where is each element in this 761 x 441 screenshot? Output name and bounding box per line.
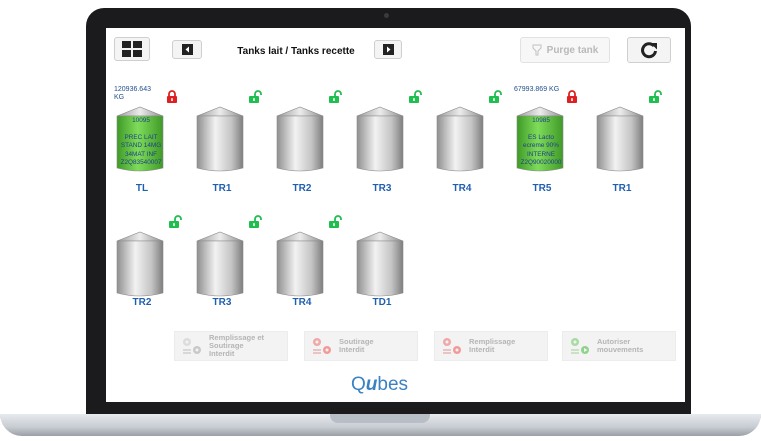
tank-vessel xyxy=(434,106,486,179)
padlock-icon[interactable] xyxy=(248,90,262,108)
drain-forbidden-label: Soutirage Interdit xyxy=(339,337,374,354)
tank-label: TR3 xyxy=(372,183,392,194)
webcam xyxy=(384,13,389,18)
tank-label: TR5 xyxy=(532,183,552,194)
refresh-button[interactable] xyxy=(627,37,671,63)
fill-drain-forbidden-label: Remplissage et Soutirage Interdit xyxy=(209,333,265,358)
tank-vessel xyxy=(194,106,246,179)
padlock-icon[interactable] xyxy=(566,90,580,108)
padlock-icon[interactable] xyxy=(248,215,262,233)
tank-label: TL xyxy=(135,183,149,194)
tank-vessel xyxy=(354,231,406,304)
tank-label: TR2 xyxy=(292,183,312,194)
laptop-notch xyxy=(330,414,430,423)
tank-tr1[interactable]: TR1 xyxy=(594,86,662,206)
gear-icon xyxy=(443,338,461,354)
tank-tr4[interactable]: TR4 xyxy=(274,211,342,331)
grid-icon xyxy=(122,41,142,57)
tank-tr3[interactable]: TR3 xyxy=(194,211,262,331)
arrow-left-icon xyxy=(181,44,193,55)
tank-label: TD1 xyxy=(372,297,392,308)
refresh-icon xyxy=(641,42,657,59)
allow-moves-label: Autoriser mouvements xyxy=(597,337,644,354)
tank-tr2[interactable]: TR2 xyxy=(114,211,182,331)
tank-vessel xyxy=(194,231,246,304)
tank-vessel xyxy=(114,231,166,304)
tank-vessel xyxy=(354,106,406,179)
gear-icon xyxy=(183,338,201,354)
allow-moves-button[interactable]: Autoriser mouvements xyxy=(562,331,676,361)
previous-page-button[interactable] xyxy=(172,40,202,59)
tank-label: TR1 xyxy=(212,183,232,194)
tank-tr4[interactable]: TR4 xyxy=(434,86,502,206)
padlock-icon[interactable] xyxy=(408,90,422,108)
tank-content: 10095 PREC LAIT STAND 14MG 34MAT INF Z2Q8354… xyxy=(120,117,162,166)
fill-forbidden-label: Remplissage Interdit xyxy=(469,337,516,354)
drain-forbidden-button[interactable]: Soutirage Interdit xyxy=(304,331,418,361)
tank-label: TR4 xyxy=(292,297,312,308)
page-title: Tanks lait / Tanks recette xyxy=(237,46,355,57)
fill-drain-forbidden-button[interactable]: Remplissage et Soutirage Interdit xyxy=(174,331,288,361)
padlock-icon[interactable] xyxy=(166,90,180,108)
padlock-icon[interactable] xyxy=(488,90,502,108)
tank-vessel xyxy=(594,106,646,179)
purge-tank-label: Purge tank xyxy=(546,44,599,56)
laptop-frame: Tanks lait / Tanks recette Purge tank 12… xyxy=(0,0,761,441)
menu-grid-button[interactable] xyxy=(114,37,150,61)
tank-vessel xyxy=(274,231,326,304)
filter-icon xyxy=(532,44,542,56)
gear-icon xyxy=(313,338,331,354)
tank-label: TR1 xyxy=(612,183,632,194)
app-screen: Tanks lait / Tanks recette Purge tank 12… xyxy=(106,28,685,402)
padlock-icon[interactable] xyxy=(328,215,342,233)
tank-content: 10985 ES Lacto ecreme 90% INTERNE Z2Q9002000… xyxy=(520,117,562,166)
brand-logo: Qubes xyxy=(351,374,409,395)
tank-label: TR3 xyxy=(212,297,232,308)
tank-label: TR2 xyxy=(132,297,152,308)
fill-forbidden-button[interactable]: Remplissage Interdit xyxy=(434,331,548,361)
padlock-icon[interactable] xyxy=(648,90,662,108)
tank-tr2[interactable]: TR2 xyxy=(274,86,342,206)
tank-tr1[interactable]: TR1 xyxy=(194,86,262,206)
tank-vessel xyxy=(274,106,326,179)
tank-td1[interactable]: TD1 xyxy=(354,211,410,331)
tank-tr5[interactable]: 67993.869 KG 10985 ES Lacto ecreme 90% INTER… xyxy=(514,86,577,206)
padlock-icon[interactable] xyxy=(328,90,342,108)
padlock-icon[interactable] xyxy=(168,215,182,233)
arrow-right-icon xyxy=(382,44,394,55)
tank-weight: 120936.643 KG xyxy=(114,86,151,101)
tank-weight: 67993.869 KG xyxy=(514,86,560,93)
tank-tr3[interactable]: TR3 xyxy=(354,86,422,206)
tank-label: TR4 xyxy=(452,183,472,194)
gear-icon xyxy=(571,338,589,354)
purge-tank-button[interactable]: Purge tank xyxy=(520,37,610,63)
tank-tl[interactable]: 120936.643 KG 10095 PREC LAIT STAND 14MG 34M… xyxy=(114,86,177,206)
next-page-button[interactable] xyxy=(374,40,402,59)
